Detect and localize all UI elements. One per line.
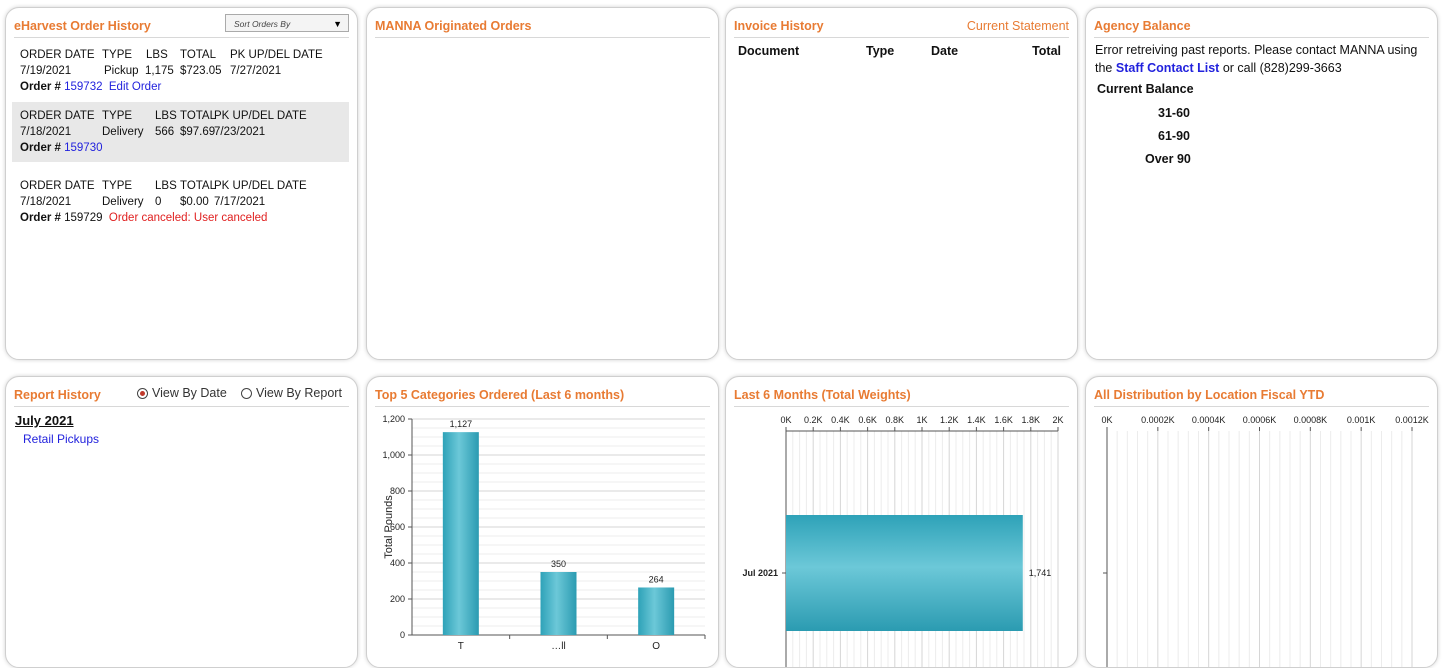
col-total: Total — [1032, 44, 1061, 58]
distribution-title: All Distribution by Location Fiscal YTD — [1094, 386, 1429, 407]
order-header-row: ORDER DATE TYPE LBS TOTAL PK UP/DEL DATE — [20, 110, 307, 122]
sort-orders-select[interactable]: Sort Orders By ▼ — [225, 14, 349, 32]
data-label: 264 — [649, 574, 664, 584]
x-tick-label: 0.2K — [804, 415, 823, 425]
order-number: 159729 — [64, 212, 103, 224]
data-label: 1,127 — [450, 419, 473, 429]
y-tick-label: 800 — [390, 486, 405, 496]
col-type: Type — [866, 44, 895, 58]
radio-unselected-icon[interactable] — [241, 388, 252, 400]
x-tick-label: 1.6K — [994, 415, 1013, 425]
distribution-panel: All Distribution by Location Fiscal YTD … — [1085, 376, 1438, 668]
invoice-history-panel: Invoice History Current Statement Docume… — [725, 7, 1078, 360]
report-month-heading: July 2021 — [15, 413, 74, 428]
col-date: Date — [931, 44, 959, 58]
dropdown-arrow-icon: ▼ — [333, 19, 342, 29]
x-tick-label: 0.0004K — [1192, 415, 1226, 425]
view-by-report-radio[interactable]: View By Report — [241, 384, 342, 402]
x-tick-label: 1.8K — [1022, 415, 1041, 425]
order-block: ORDER DATE TYPE LBS TOTAL PK UP/DEL DATE… — [12, 102, 349, 162]
x-tick-label: 0.0008K — [1294, 415, 1328, 425]
report-item-retail-pickups[interactable]: Retail Pickups — [23, 432, 99, 446]
x-tick-label: 0.0002K — [1141, 415, 1175, 425]
y-axis-label: Total Pounds — [383, 495, 395, 559]
x-tick-label: 0K — [1101, 415, 1112, 425]
top5-bar-chart: 02004006008001,0001,200Total Pounds1,127… — [382, 414, 706, 652]
x-tick-label: 1.2K — [940, 415, 959, 425]
order-values-row: 7/18/2021 Delivery 566 $97.69 7/23/2021 — [20, 126, 266, 138]
order-status-canceled: Order canceled: User canceled — [108, 212, 268, 224]
x-tick-label: …ll — [551, 641, 565, 652]
x-tick-label: T — [458, 641, 464, 652]
manna-orders-panel: MANNA Originated Orders — [366, 7, 719, 360]
edit-order-link[interactable]: Edit Order — [109, 81, 161, 93]
order-block: ORDER DATE TYPE LBS TOTAL PK UP/DEL DATE… — [12, 41, 349, 101]
order-block: ORDER DATE TYPE LBS TOTAL PK UP/DEL DATE… — [12, 172, 349, 232]
report-history-panel: Report History View By Date View By Repo… — [5, 376, 358, 668]
x-tick-label: 1.4K — [967, 415, 986, 425]
eharvest-panel: eHarvest Order History Sort Orders By ▼ … — [5, 7, 358, 360]
balance-label-31-60: 31-60 — [1158, 106, 1190, 120]
order-number-row: Order # 159729 Order canceled: User canc… — [20, 212, 268, 224]
order-number-link[interactable]: 159732 — [64, 81, 102, 93]
order-header-row: ORDER DATE TYPE LBS TOTAL PK UP/DEL DATE — [20, 49, 323, 61]
y-tick-label: 1,200 — [382, 414, 405, 424]
y-tick-label: Jul 2021 — [742, 568, 778, 578]
bar — [786, 515, 1023, 631]
x-tick-label: 2K — [1052, 415, 1063, 425]
data-label: 1,741 — [1029, 568, 1052, 578]
x-tick-label: 0.001K — [1347, 415, 1376, 425]
last6-months-panel: Last 6 Months (Total Weights) 0K 0.2K 0.4K… — [725, 376, 1078, 668]
invoice-table-header: Document Type Date Total — [726, 44, 1077, 62]
x-tick-label: 0.8K — [886, 415, 905, 425]
balance-label-61-90: 61-90 — [1158, 129, 1190, 143]
x-tick-label: 0K — [780, 415, 791, 425]
order-number-row: Order # 159730 — [20, 142, 103, 154]
x-tick-label: 0.0012K — [1395, 415, 1429, 425]
manna-orders-title: MANNA Originated Orders — [375, 17, 710, 38]
radio-selected-icon[interactable] — [137, 388, 148, 400]
balance-label-over-90: Over 90 — [1145, 152, 1191, 166]
last6-months-title: Last 6 Months (Total Weights) — [734, 386, 1069, 407]
col-document: Document — [738, 44, 800, 58]
x-tick-label: 0.6K — [858, 415, 877, 425]
y-tick-label: 200 — [390, 594, 405, 604]
order-values-row: 7/18/2021 Delivery 0 $0.00 7/17/2021 — [20, 196, 266, 208]
y-tick-label: 0 — [400, 630, 405, 640]
agency-balance-panel: Agency Balance Error retreiving past rep… — [1085, 7, 1438, 360]
x-tick-label: 0.4K — [831, 415, 850, 425]
report-history-title: Report History View By Date View By Repo… — [14, 386, 349, 407]
last6-months-bar-chart: 0K 0.2K 0.4K 0.6K 0.8K 1K 1.2K 1.4K 1.6K 1.8K 2K 1,… — [742, 415, 1064, 667]
order-values-row: 7/19/2021 Pickup 1,175 $723.05 7/27/2021 — [20, 65, 282, 77]
data-label: 350 — [551, 559, 566, 569]
order-number-link[interactable]: 159730 — [64, 142, 102, 154]
order-number-row: Order # 159732 Edit Order — [20, 81, 162, 93]
top5-categories-panel: Top 5 Categories Ordered (Last 6 months)… — [366, 376, 719, 668]
agency-error-message: Error retreiving past reports. Please co… — [1095, 43, 1418, 75]
top5-categories-title: Top 5 Categories Ordered (Last 6 months) — [375, 386, 710, 407]
x-tick-label: 1K — [916, 415, 927, 425]
balance-label-current: Current Balance — [1097, 82, 1194, 96]
x-tick-label: 0.0006K — [1243, 415, 1277, 425]
order-header-row: ORDER DATE TYPE LBS TOTAL PK UP/DEL DATE — [20, 180, 307, 192]
invoice-history-title: Invoice History Current Statement — [734, 17, 1069, 38]
current-statement-link[interactable]: Current Statement — [967, 17, 1069, 35]
staff-contact-list-link[interactable]: Staff Contact List — [1116, 61, 1219, 75]
distribution-bar-chart: 0K 0.0002K 0.0004K 0.0006K 0.0008K 0.001K 0.00… — [1101, 415, 1429, 667]
bar — [442, 432, 479, 635]
view-by-date-radio[interactable]: View By Date — [137, 384, 227, 402]
bar — [540, 572, 577, 635]
bar — [638, 587, 675, 635]
x-tick-label: O — [652, 641, 660, 652]
agency-balance-title: Agency Balance — [1094, 17, 1429, 38]
y-tick-label: 1,000 — [382, 450, 405, 460]
